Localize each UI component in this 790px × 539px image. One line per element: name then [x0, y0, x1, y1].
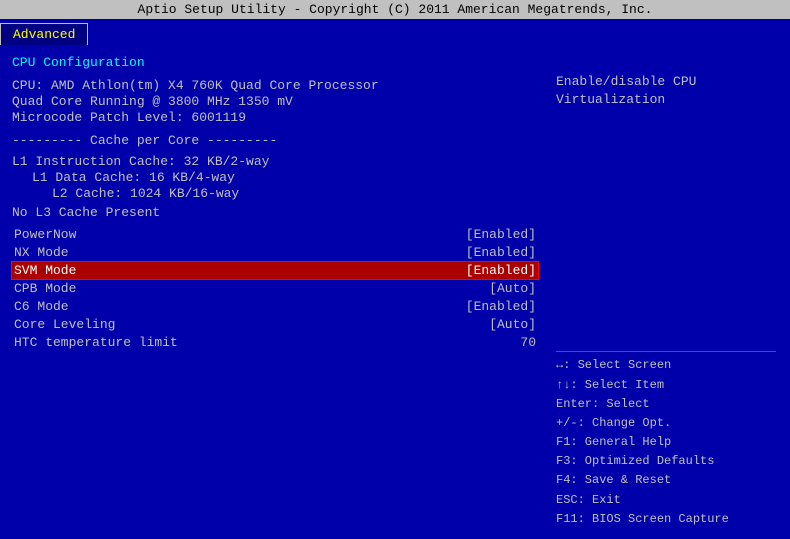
key-help-line: ESC: Exit [556, 491, 776, 510]
c6-mode-row[interactable]: C6 Mode [Enabled] [12, 298, 538, 315]
tab-bar[interactable]: Advanced [0, 19, 790, 45]
nx-mode-label: NX Mode [14, 245, 69, 260]
powernow-value: [Enabled] [466, 227, 536, 242]
key-help-line: F1: General Help [556, 433, 776, 452]
section-title: CPU Configuration [12, 55, 538, 70]
key-help-line: F3: Optimized Defaults [556, 452, 776, 471]
svm-mode-label: SVM Mode [14, 263, 76, 278]
core-leveling-value: [Auto] [489, 317, 536, 332]
htc-temp-value: 70 [520, 335, 536, 350]
key-help: ↔: Select Screen↑↓: Select ItemEnter: Se… [556, 356, 776, 529]
microcode: Microcode Patch Level: 6001119 [12, 110, 538, 125]
l1-instruction-cache: L1 Instruction Cache: 32 KB/2-way [12, 154, 538, 169]
cpu-speed: Quad Core Running @ 3800 MHz 1350 mV [12, 94, 538, 109]
config-rows: PowerNow [Enabled] NX Mode [Enabled] SVM… [12, 226, 538, 351]
htc-temp-row[interactable]: HTC temperature limit 70 [12, 334, 538, 351]
cache-separator: --------- Cache per Core --------- [12, 133, 538, 148]
divider [556, 351, 776, 352]
key-help-line: Enter: Select [556, 395, 776, 414]
main-content: CPU Configuration CPU: AMD Athlon(tm) X4… [0, 45, 790, 539]
powernow-row[interactable]: PowerNow [Enabled] [12, 226, 538, 243]
title-bar: Aptio Setup Utility - Copyright (C) 2011… [0, 0, 790, 19]
l1-data-cache: L1 Data Cache: 16 KB/4-way [12, 170, 538, 185]
powernow-label: PowerNow [14, 227, 76, 242]
key-help-line: +/-: Change Opt. [556, 414, 776, 433]
no-l3-cache: No L3 Cache Present [12, 205, 538, 220]
cpu-model: CPU: AMD Athlon(tm) X4 760K Quad Core Pr… [12, 78, 538, 93]
cpb-mode-value: [Auto] [489, 281, 536, 296]
svm-mode-row[interactable]: SVM Mode [Enabled] [12, 262, 538, 279]
nx-mode-value: [Enabled] [466, 245, 536, 260]
help-text: Enable/disable CPU Virtualization [556, 55, 776, 110]
title-text: Aptio Setup Utility - Copyright (C) 2011… [138, 2, 653, 17]
core-leveling-label: Core Leveling [14, 317, 115, 332]
bios-screen: Aptio Setup Utility - Copyright (C) 2011… [0, 0, 790, 539]
left-panel: CPU Configuration CPU: AMD Athlon(tm) X4… [4, 49, 546, 535]
key-help-line: F11: BIOS Screen Capture [556, 510, 776, 529]
right-panel: Enable/disable CPU Virtualization ↔: Sel… [546, 49, 786, 535]
nx-mode-row[interactable]: NX Mode [Enabled] [12, 244, 538, 261]
key-help-line: ↔: Select Screen [556, 356, 776, 375]
c6-mode-label: C6 Mode [14, 299, 69, 314]
tab-advanced[interactable]: Advanced [0, 23, 88, 45]
svm-mode-value: [Enabled] [466, 263, 536, 278]
l2-cache: L2 Cache: 1024 KB/16-way [12, 186, 538, 201]
key-help-line: F4: Save & Reset [556, 471, 776, 490]
key-help-line: ↑↓: Select Item [556, 376, 776, 395]
cpb-mode-row[interactable]: CPB Mode [Auto] [12, 280, 538, 297]
core-leveling-row[interactable]: Core Leveling [Auto] [12, 316, 538, 333]
htc-temp-label: HTC temperature limit [14, 335, 178, 350]
cpb-mode-label: CPB Mode [14, 281, 76, 296]
c6-mode-value: [Enabled] [466, 299, 536, 314]
